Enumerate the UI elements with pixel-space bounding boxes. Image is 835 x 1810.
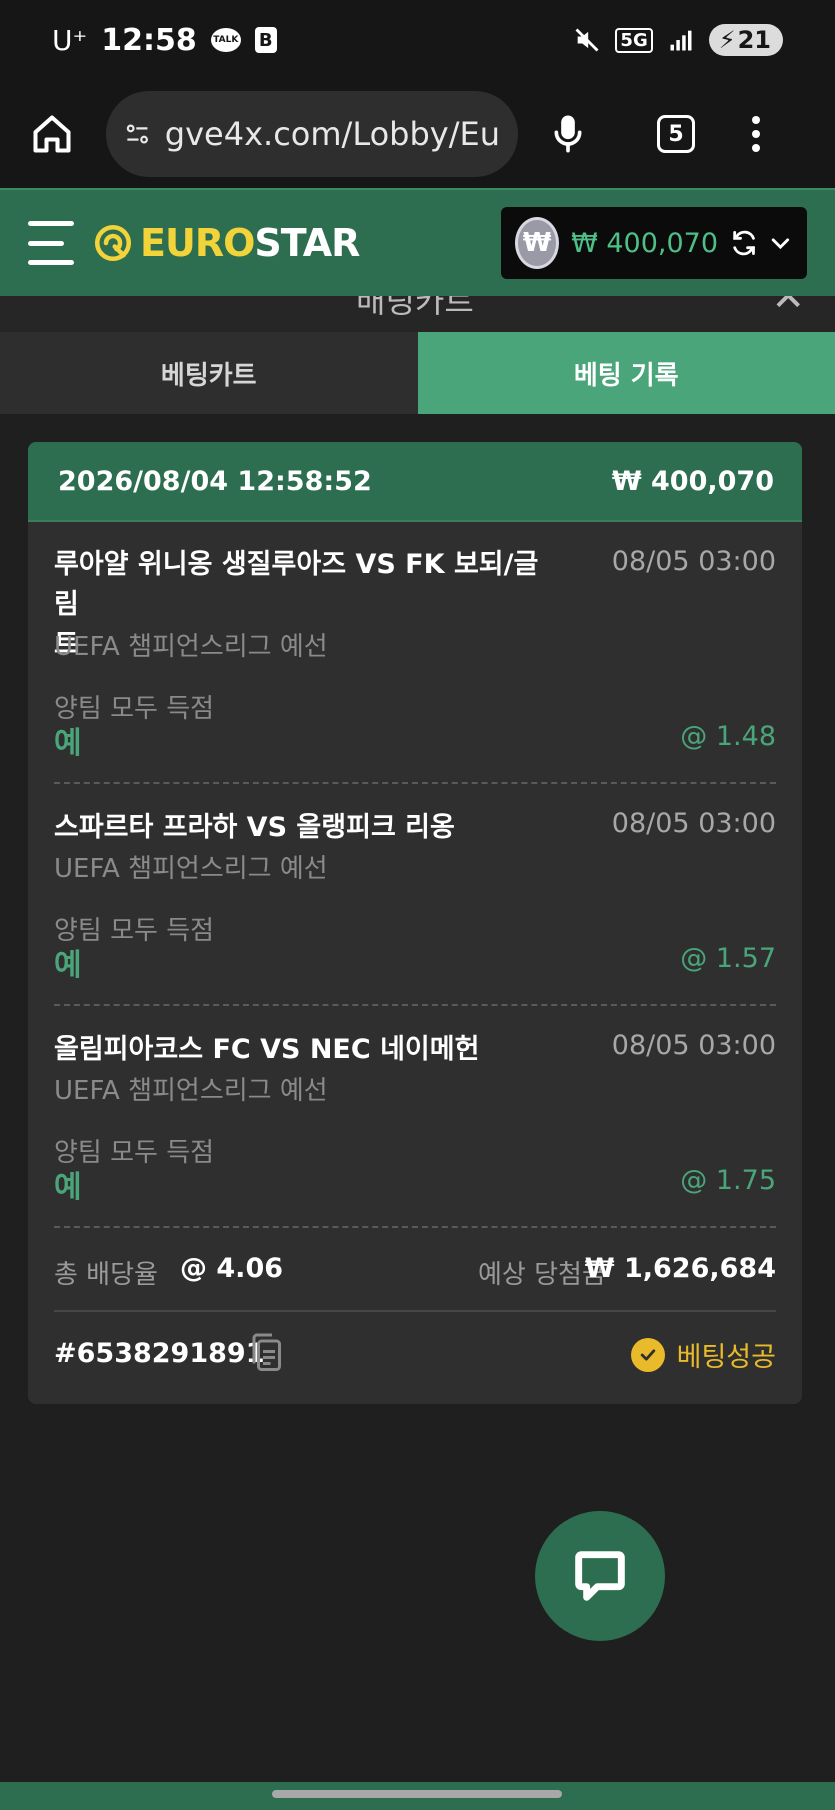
address-bar[interactable]: gve4x.com/Lobby/Eu	[106, 91, 518, 177]
menu-dot	[752, 130, 760, 138]
tab-count: 5	[657, 115, 695, 153]
divider	[54, 1226, 776, 1228]
menu-dot	[752, 144, 760, 152]
panel-title: 배팅카트	[356, 296, 474, 320]
selection-odds: @ 1.75	[680, 1165, 776, 1196]
selection-odds: @ 1.57	[680, 943, 776, 974]
live-chat-button[interactable]	[535, 1511, 665, 1641]
ticket-id: #6538291891	[54, 1338, 265, 1369]
browser-menu-button[interactable]	[736, 102, 776, 166]
bet-history-card: 2026/08/04 12:58:52 ₩ 400,070 루아얄 위니옹 생질…	[28, 442, 802, 1404]
home-button[interactable]	[20, 102, 84, 166]
tab-switcher-button[interactable]: 5	[644, 102, 708, 166]
won-currency-icon: ₩	[515, 217, 560, 269]
league-name: UEFA 챔피언스리그 예선	[54, 632, 328, 662]
url-text[interactable]: gve4x.com/Lobby/Eu	[165, 115, 500, 153]
selection-pick: 예	[54, 1170, 82, 1205]
menu-dot	[752, 116, 760, 124]
refresh-icon[interactable]	[730, 226, 758, 260]
chevron-down-icon[interactable]	[768, 228, 793, 258]
betslip-tabs: 베팅카트 베팅 기록	[0, 332, 835, 414]
match-name: 올림피아코스 FC VS NEC 네이메헌	[54, 1034, 480, 1065]
tab-bet-history[interactable]: 베팅 기록	[417, 332, 835, 414]
kakaotalk-icon: TALK	[210, 28, 241, 52]
match-name: 스파르타 프라하 VS 올랭피크 리옹	[54, 812, 455, 843]
divider	[54, 782, 776, 784]
selection-pick: 예	[54, 726, 82, 761]
battery-indicator: ⚡ 21	[708, 24, 783, 56]
mute-icon	[575, 28, 599, 52]
expected-win-value: ₩ 1,626,684	[584, 1253, 776, 1284]
kickoff-time: 08/05 03:00	[611, 546, 776, 577]
copy-icon[interactable]	[248, 1332, 284, 1374]
check-circle-icon	[630, 1337, 665, 1372]
total-odds-value: @ 4.06	[180, 1253, 284, 1284]
eurostar-logo-icon	[94, 224, 132, 262]
chat-bubble-icon	[575, 1551, 625, 1601]
voice-search-button[interactable]	[536, 102, 600, 166]
bet-datetime: 2026/08/04 12:58:52	[58, 465, 372, 497]
site-header: EURO STAR ₩ ₩ 400,070	[0, 188, 835, 296]
charging-icon: ⚡	[718, 26, 736, 54]
status-time: 12:58	[101, 22, 197, 58]
hamburger-menu-icon[interactable]	[28, 221, 78, 265]
balance-amount: ₩ 400,070	[571, 227, 719, 259]
selection-odds: @ 1.48	[680, 721, 776, 752]
gesture-navigation-bar[interactable]	[272, 1790, 562, 1798]
network-5g-icon: 5G	[615, 27, 653, 53]
betslip-panel-header: 배팅카트 ✕	[0, 296, 835, 332]
league-name: UEFA 챔피언스리그 예선	[54, 1076, 328, 1106]
match-name-line: 루아얄 위니옹 생질루아즈 VS FK 보되/글림	[54, 549, 539, 620]
status-bar: U⁺ 12:58 TALK B 5G ⚡ 21	[0, 0, 835, 80]
selection-pick: 예	[54, 948, 82, 983]
kickoff-time: 08/05 03:00	[611, 808, 776, 839]
total-odds-label: 총 배당율	[54, 1260, 158, 1290]
logo-euro-text: EURO	[140, 221, 255, 265]
bet-stake: ₩ 400,070	[611, 465, 774, 497]
b-app-icon: B	[254, 27, 277, 53]
site-logo[interactable]: EURO STAR	[92, 221, 360, 265]
signal-icon	[670, 30, 692, 51]
browser-toolbar: gve4x.com/Lobby/Eu 5	[0, 80, 835, 188]
site-settings-icon[interactable]	[124, 117, 151, 151]
wallet-balance[interactable]: ₩ ₩ 400,070	[501, 207, 807, 279]
kickoff-time: 08/05 03:00	[611, 1030, 776, 1061]
bet-card-header: 2026/08/04 12:58:52 ₩ 400,070	[28, 442, 802, 522]
carrier-label: U⁺	[52, 23, 88, 57]
bet-status-text: 베팅성공	[676, 1342, 776, 1373]
home-icon	[33, 115, 71, 153]
league-name: UEFA 챔피언스리그 예선	[54, 854, 328, 884]
tab-betslip[interactable]: 베팅카트	[0, 332, 418, 414]
divider	[54, 1310, 776, 1312]
logo-star-text: STAR	[254, 221, 360, 265]
microphone-icon	[554, 115, 582, 153]
divider	[54, 1004, 776, 1006]
bet-status: 베팅성공	[630, 1335, 776, 1374]
close-icon[interactable]: ✕	[771, 296, 805, 320]
battery-level: 21	[737, 26, 771, 54]
